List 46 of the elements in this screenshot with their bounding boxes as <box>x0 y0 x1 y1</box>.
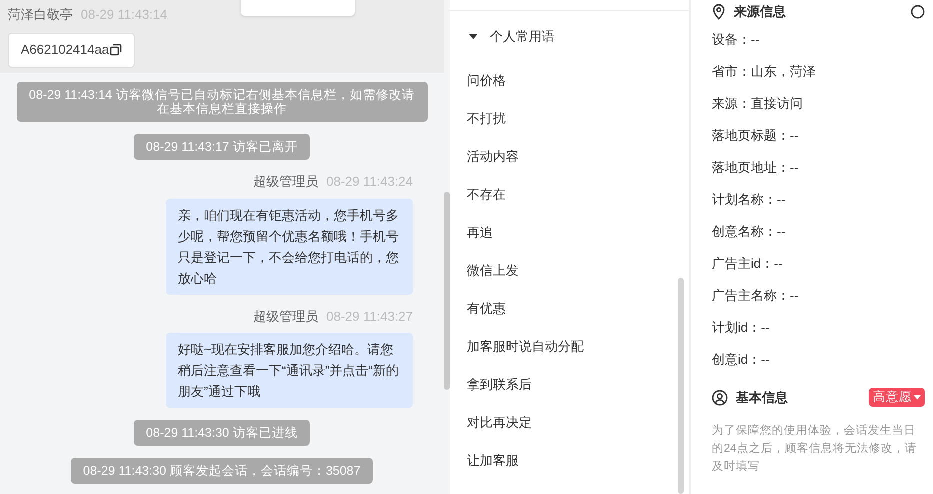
circle-icon[interactable] <box>911 5 925 19</box>
location-pin-icon <box>712 4 726 20</box>
info-field: 计划名称：-- <box>712 190 786 210</box>
info-field: 创意名称：-- <box>712 222 786 242</box>
message-time: 08-29 11:43:24 <box>326 173 413 191</box>
wechat-id: A662102414aa <box>21 41 110 60</box>
sender-name: 超级管理员 <box>254 173 318 191</box>
sender-name: 超级管理员 <box>254 308 318 326</box>
info-field: 落地页地址：-- <box>712 158 799 178</box>
quick-reply-item[interactable]: 活动内容 <box>450 138 689 176</box>
caret-icon <box>914 394 921 402</box>
info-field: 广告主id：-- <box>712 254 783 274</box>
info-field: 创意id：-- <box>712 350 770 370</box>
quick-reply-item[interactable]: 加客服时说自动分配 <box>450 328 689 366</box>
intent-badge[interactable]: 高意愿 <box>869 388 925 408</box>
quick-reply-item[interactable]: 不存在 <box>450 176 689 214</box>
section-title: 来源信息 <box>734 3 786 22</box>
notice-text: 为了保障您的使用体验，会话发生当日的24点之后，顾客信息将无法修改，请及时填写 <box>712 424 918 474</box>
group-toggle[interactable]: 个人常用语 <box>450 11 689 62</box>
system-message: 08-29 11:43:17 访客已离开 <box>134 134 310 160</box>
section-title: 基本信息 <box>736 389 788 407</box>
message-bubble: 好哒~现在安排客服加您介绍哈。请您稍后注意查看一下“通讯录”并点击“新的朋友”通过下哦 <box>166 333 413 408</box>
info-field: 广告主名称：-- <box>712 286 799 306</box>
info-field: 来源：直接访问 <box>712 94 803 114</box>
info-field: 计划id：-- <box>712 318 770 338</box>
quick-reply-item[interactable]: 对比再决定 <box>450 404 689 442</box>
quick-reply-item[interactable]: 再追 <box>450 214 689 252</box>
system-message: 08-29 11:43:30 访客已进线 <box>134 420 310 446</box>
visitor-name: 菏泽白敬亭 <box>8 6 73 24</box>
quick-reply-item[interactable]: 问价格 <box>450 62 689 100</box>
scrollbar[interactable] <box>678 278 684 494</box>
quick-reply-item[interactable]: 不打扰 <box>450 100 689 138</box>
system-message: 08-29 11:43:14 访客微信号已自动标记右侧基本信息栏，如需修改请在基本信息栏直接操作 <box>16 82 428 122</box>
quick-reply-item[interactable]: 微信上发 <box>450 252 689 290</box>
quick-reply-item[interactable]: 有优惠 <box>450 290 689 328</box>
info-field: 落地页标题：-- <box>712 126 799 146</box>
scrollbar[interactable] <box>444 192 450 390</box>
info-field: 设备：-- <box>712 30 760 50</box>
quick-reply-item[interactable]: 让加客服 <box>450 442 689 480</box>
user-icon <box>712 390 728 406</box>
message-bubble: 亲，咱们现在有钜惠活动，您手机号多少呢，帮您预留个优惠名额哦！手机号只是登记一下，不会给您打电话的，您放心哈 <box>166 198 413 294</box>
copy-icon[interactable] <box>110 44 122 56</box>
info-field: 省市：山东，菏泽 <box>712 62 816 82</box>
system-message: 08-29 11:43:30 顾客发起会话，会话编号：35087 <box>71 458 373 484</box>
message-time: 08-29 11:43:27 <box>326 308 413 326</box>
quick-reply-item[interactable]: 拿到联系后 <box>450 366 689 404</box>
